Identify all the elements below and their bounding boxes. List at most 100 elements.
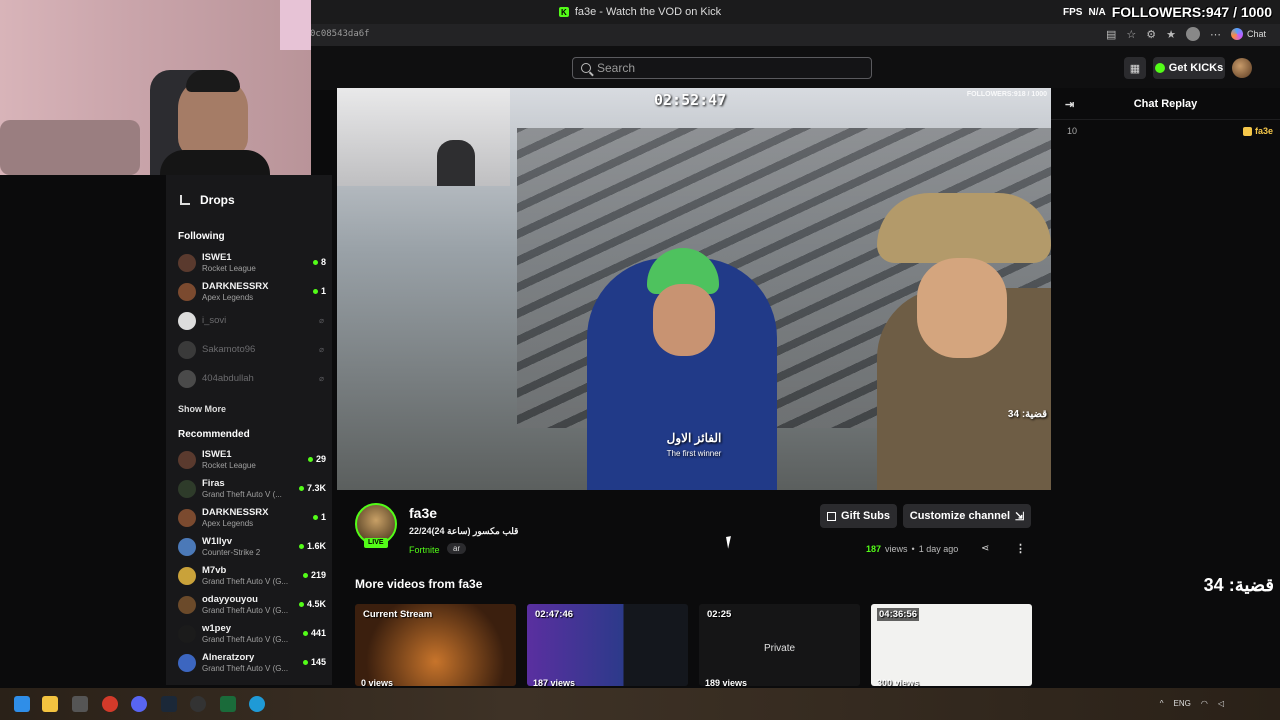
channel-avatar xyxy=(178,625,196,643)
language-indicator[interactable]: ENG xyxy=(1174,699,1191,708)
video-thumbnail[interactable]: 02:25 Private 189 views xyxy=(699,604,860,686)
favorites-icon[interactable]: ★ xyxy=(1166,28,1176,41)
window-title: fa3e - Watch the VOD on Kick xyxy=(574,6,722,18)
viewer-count: 1 xyxy=(312,512,326,522)
live-dot-icon xyxy=(312,288,318,294)
more-menu-icon[interactable]: ⋯ xyxy=(1210,28,1221,41)
wifi-icon[interactable]: ◠ xyxy=(1201,699,1208,708)
views-count: 187 xyxy=(866,544,882,554)
channel-avatar xyxy=(178,312,196,330)
channel-name: Alneratzory xyxy=(202,652,255,663)
search-input[interactable]: Search xyxy=(572,57,872,79)
drops-icon xyxy=(180,195,190,205)
category-link[interactable]: Fortnite xyxy=(409,545,440,555)
viewer-count-value: 29 xyxy=(315,454,326,464)
badge-icon xyxy=(1242,126,1252,136)
private-label: Private xyxy=(763,643,796,654)
sidebar-channel-item[interactable]: ISWE1 Rocket League 8 xyxy=(178,250,326,276)
terminal-icon[interactable] xyxy=(220,696,236,712)
sidebar-channel-item[interactable]: W1llyv Counter-Strike 2 1.6K xyxy=(178,534,326,560)
more-videos-title: More videos from fa3e xyxy=(355,577,483,591)
recommended-title: Recommended xyxy=(178,429,250,440)
video-timer: 02:52:47 xyxy=(654,91,727,109)
chat-title: Chat Replay xyxy=(1133,97,1198,110)
chat-message-time: 10 xyxy=(1067,126,1078,136)
stream-title: 22/24(24 ساعة) قلب مكسور xyxy=(409,526,519,536)
language-tag[interactable]: ar xyxy=(447,543,467,554)
sidebar-channel-item[interactable]: w1pey Grand Theft Auto V (G... 441 xyxy=(178,621,326,647)
fps-value: N/A xyxy=(1088,6,1106,18)
viewer-count-value: 441 xyxy=(310,628,326,638)
notification-off-icon: ⌀ xyxy=(319,374,324,383)
sidebar-channel-item[interactable]: M7vb Grand Theft Auto V (G... 219 xyxy=(178,563,326,589)
sidebar-channel-item[interactable]: i_sovi ⌀ xyxy=(178,308,326,334)
gift-subs-button[interactable]: Gift Subs xyxy=(820,504,897,528)
live-dot-icon xyxy=(302,659,308,665)
channel-name[interactable]: fa3e xyxy=(409,505,437,521)
channel-name: M7vb xyxy=(202,565,227,576)
url-text[interactable]: 0c08543da6f xyxy=(310,29,370,39)
channel-avatar xyxy=(178,283,196,301)
sidebar-item-drops[interactable]: Drops xyxy=(180,193,235,207)
obs-icon[interactable] xyxy=(72,696,88,712)
live-dot-icon xyxy=(312,259,318,265)
discord-icon[interactable] xyxy=(131,696,147,712)
file-explorer-icon[interactable] xyxy=(42,696,58,712)
viewer-count-value: 1.6K xyxy=(306,541,326,551)
channel-avatar xyxy=(178,254,196,272)
copilot-icon xyxy=(1230,28,1243,40)
channel-avatar xyxy=(178,480,196,498)
video-thumbnail[interactable]: 04:36:56 300 views xyxy=(871,604,1032,686)
profile-avatar-icon[interactable] xyxy=(1185,27,1200,41)
chat-username-label: fa3e xyxy=(1254,126,1273,136)
opera-icon[interactable] xyxy=(102,696,118,712)
channel-category: Rocket League xyxy=(202,461,256,470)
get-kicks-button[interactable]: Get KICKs xyxy=(1153,57,1225,79)
sidebar-channel-item[interactable]: odayyouyou Grand Theft Auto V (G... 4.5K xyxy=(178,592,326,618)
system-tray: ^ ENG ◠ ◁ xyxy=(1160,699,1224,708)
sidebar-channel-item[interactable]: Alneratzory Grand Theft Auto V (G... 145 xyxy=(178,650,326,676)
video-watermark: FOLLOWERS:918 / 1000 xyxy=(966,91,1047,98)
sidebar-channel-item[interactable]: ISWE1 Rocket League 29 xyxy=(178,447,326,473)
sidebar-channel-item[interactable]: Firas Grand Theft Auto V (... 7.3K xyxy=(178,476,326,502)
steam-icon[interactable] xyxy=(161,696,177,712)
user-avatar[interactable] xyxy=(1232,58,1252,78)
channel-avatar xyxy=(178,596,196,614)
live-dot-icon xyxy=(298,543,304,549)
thumbnail-label: Current Stream xyxy=(363,609,433,620)
video-player[interactable]: 02:52:47 FOLLOWERS:918 / 1000 الفائز الا… xyxy=(337,88,1051,490)
tray-chevron-icon[interactable]: ^ xyxy=(1160,699,1164,708)
channel-avatar xyxy=(178,509,196,527)
sidebar-channel-item[interactable]: 404abdullah ⌀ xyxy=(178,366,326,392)
sidebar-channel-item[interactable]: DARKNESSRX Apex Legends 1 xyxy=(178,505,326,531)
favorite-star-icon[interactable]: ☆ xyxy=(1126,28,1136,41)
start-icon[interactable] xyxy=(14,696,30,712)
reader-icon[interactable]: ▤ xyxy=(1106,28,1116,41)
copilot-button[interactable]: Chat xyxy=(1230,28,1266,40)
live-dot-icon xyxy=(298,485,304,491)
chat-username[interactable]: fa3e xyxy=(1242,126,1273,136)
sidebar-channel-item[interactable]: Sakamoto96 ⌀ xyxy=(178,337,326,363)
app-icon[interactable] xyxy=(190,696,206,712)
show-more-link[interactable]: Show More xyxy=(178,404,226,414)
mouse-cursor-icon xyxy=(726,535,738,549)
extensions-icon[interactable]: ⚙ xyxy=(1146,28,1156,41)
channel-category: Grand Theft Auto V (... xyxy=(202,490,282,499)
share-icon[interactable]: ⋖ xyxy=(981,543,989,554)
volume-icon[interactable]: ◁ xyxy=(1218,699,1224,708)
collapse-chat-icon[interactable]: ⇥ xyxy=(1065,98,1074,111)
channel-category: Counter-Strike 2 xyxy=(202,548,261,557)
video-thumbnail[interactable]: 02:47:46 187 views xyxy=(527,604,688,686)
chat-header: ⇥ Chat Replay xyxy=(1051,88,1280,120)
thumbnail-views: 0 views xyxy=(361,678,394,686)
video-thumbnail[interactable]: Current Stream 0 views xyxy=(355,604,516,686)
more-options-icon[interactable]: ⋮ xyxy=(1015,542,1026,555)
channel-avatar xyxy=(178,451,196,469)
viewer-count-value: 145 xyxy=(310,657,326,667)
sidebar-channel-item[interactable]: DARKNESSRX Apex Legends 1 xyxy=(178,279,326,305)
taskbar: ^ ENG ◠ ◁ xyxy=(0,688,1280,720)
layout-toggle-button[interactable]: ▦ xyxy=(1124,57,1146,79)
viewer-count: 8 xyxy=(312,257,326,267)
customize-channel-button[interactable]: Customize channel ⇲ xyxy=(903,504,1031,528)
edge-icon[interactable] xyxy=(249,696,265,712)
